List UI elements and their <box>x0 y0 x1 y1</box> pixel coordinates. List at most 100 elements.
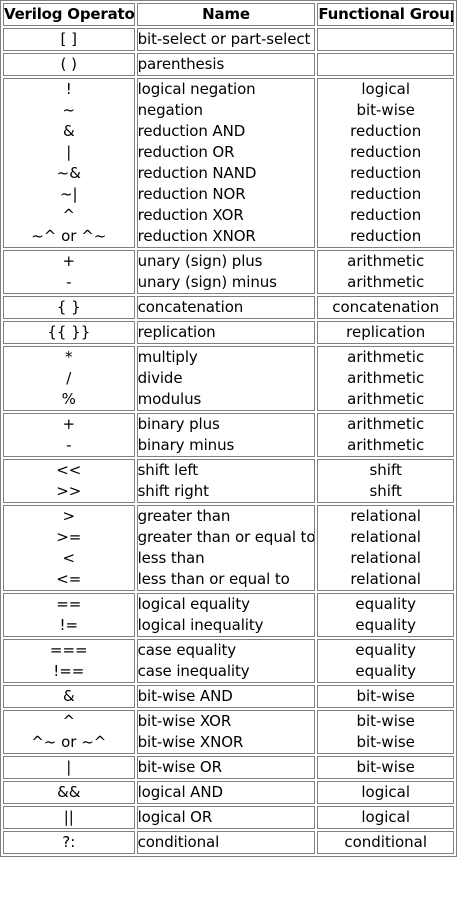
name-text: binary plus <box>137 415 220 433</box>
name-text: bit-wise AND <box>137 687 233 705</box>
group-cell: concatenation <box>317 296 454 319</box>
table-row: > >= < <= greater than greater than or equal … <box>3 505 454 591</box>
group-text: bit-wise <box>356 687 415 705</box>
table-row: & bit-wise AND bit-wise <box>3 685 454 708</box>
name-cell: case equality case inequality <box>136 639 316 683</box>
group-cell: conditional <box>317 831 454 854</box>
name-text: greater than or equal to <box>137 528 316 546</box>
header-name: Name <box>136 3 316 26</box>
operator-cell: & <box>3 685 135 708</box>
name-text: unary (sign) plus <box>137 252 263 270</box>
operator-cell: ! ~ & | ~& ~| ^ ~^ or ^~ <box>3 78 135 248</box>
group-text: reduction <box>350 185 422 203</box>
operator-text: ~ <box>62 101 76 119</box>
group-text: arithmetic <box>347 436 425 454</box>
operator-cell: | <box>3 756 135 779</box>
operator-cell: === !== <box>3 639 135 683</box>
name-text: conditional <box>137 833 220 851</box>
table-row: {{ }} replication replication <box>3 321 454 344</box>
group-text: relational <box>350 549 421 567</box>
operator-text: === <box>49 641 88 659</box>
operator-text: ^ <box>62 206 76 224</box>
name-text: reduction XOR <box>137 206 244 224</box>
name-text: less than or equal to <box>137 570 290 588</box>
operator-cell: ?: <box>3 831 135 854</box>
group-text: arithmetic <box>347 252 425 270</box>
name-text: divide <box>137 369 183 387</box>
group-text: equality <box>355 641 416 659</box>
operator-text: != <box>59 616 79 634</box>
header-operator: Verilog Operator <box>3 3 135 26</box>
operator-text: | <box>66 143 72 161</box>
name-cell: binary plus binary minus <box>136 413 316 457</box>
operator-text: > <box>62 507 76 525</box>
group-cell: logical <box>317 781 454 804</box>
name-text: replication <box>137 323 216 341</box>
name-text: case inequality <box>137 662 250 680</box>
name-text: case equality <box>137 641 237 659</box>
group-text: reduction <box>350 227 422 245</box>
table-row: [ ] bit-select or part-select <box>3 28 454 51</box>
group-cell: bit-wise <box>317 756 454 779</box>
operator-text: >= <box>56 528 82 546</box>
operator-text: ~^ or ^~ <box>31 227 107 245</box>
table-row: && logical AND logical <box>3 781 454 804</box>
operator-cell: {{ }} <box>3 321 135 344</box>
operator-text: | <box>66 758 72 776</box>
group-cell: equality equality <box>317 593 454 637</box>
group-text: bit-wise <box>356 733 415 751</box>
table-row: | bit-wise OR bit-wise <box>3 756 454 779</box>
group-text: concatenation <box>332 298 440 316</box>
name-text: logical equality <box>137 595 250 613</box>
verilog-operator-table: Verilog Operator Name Functional Group [… <box>0 0 457 857</box>
group-cell: replication <box>317 321 454 344</box>
group-cell: logical <box>317 806 454 829</box>
name-cell: logical negation negation reduction AND red… <box>136 78 316 248</box>
group-text: arithmetic <box>347 273 425 291</box>
table-body: [ ] bit-select or part-select ( ) parenthes… <box>3 28 454 854</box>
operator-text: && <box>57 783 81 801</box>
table-row: === !== case equality case inequality equali… <box>3 639 454 683</box>
name-text: bit-wise XNOR <box>137 733 244 751</box>
table-row: ^ ^~ or ~^ bit-wise XOR bit-wise XNOR bit-wi… <box>3 710 454 754</box>
table-row: ?: conditional conditional <box>3 831 454 854</box>
operator-text: { } <box>56 298 81 316</box>
operator-cell: << >> <box>3 459 135 503</box>
operator-text: !== <box>53 662 85 680</box>
operator-text: {{ }} <box>47 323 91 341</box>
group-text: conditional <box>344 833 428 851</box>
group-text: arithmetic <box>347 390 425 408</box>
name-text: reduction OR <box>137 143 235 161</box>
operator-cell: [ ] <box>3 28 135 51</box>
group-text: logical <box>361 808 410 826</box>
group-text: logical <box>361 783 410 801</box>
name-cell: unary (sign) plus unary (sign) minus <box>136 250 316 294</box>
group-text: arithmetic <box>347 369 425 387</box>
name-text: multiply <box>137 348 198 366</box>
operator-text: + <box>62 252 76 270</box>
group-text: relational <box>350 570 421 588</box>
name-text: modulus <box>137 390 202 408</box>
name-cell: bit-wise XOR bit-wise XNOR <box>136 710 316 754</box>
name-text: bit-select or part-select <box>137 30 311 48</box>
group-text: equality <box>355 595 416 613</box>
name-text: concatenation <box>137 298 244 316</box>
group-text: arithmetic <box>347 348 425 366</box>
group-text: relational <box>350 507 421 525</box>
operator-cell: * /% <box>3 346 135 411</box>
operator-text: < <box>62 549 76 567</box>
group-cell: shift shift <box>317 459 454 503</box>
operator-text: - <box>66 273 72 291</box>
name-cell: shift left shift right <box>136 459 316 503</box>
operator-text: / <box>66 369 72 387</box>
group-text: shift <box>369 461 402 479</box>
operator-cell: { } <box>3 296 135 319</box>
name-text: logical inequality <box>137 616 264 634</box>
group-text: reduction <box>350 206 422 224</box>
operator-text: ~| <box>59 185 78 203</box>
operator-cell: ^ ^~ or ~^ <box>3 710 135 754</box>
operator-text: ( ) <box>60 55 78 73</box>
group-text: equality <box>355 662 416 680</box>
operator-text: ! <box>65 80 72 98</box>
operator-cell: + - <box>3 250 135 294</box>
